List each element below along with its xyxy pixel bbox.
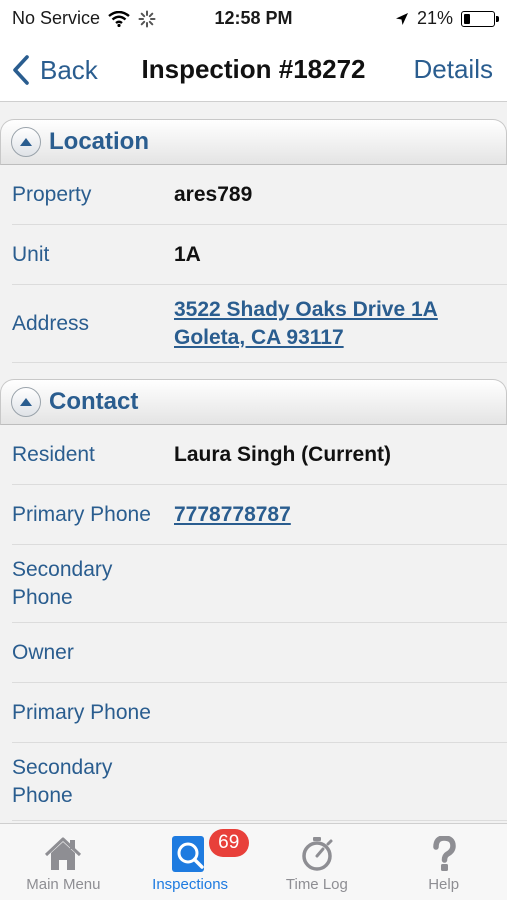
- owner-secondary-phone-label-line-1: Secondary: [12, 756, 113, 780]
- unit-row: Unit 1A: [12, 225, 507, 285]
- location-section-header[interactable]: Location: [0, 119, 507, 165]
- resident-row: Resident Laura Singh (Current): [12, 425, 507, 485]
- navigation-bar: Back Inspection #18272 Details: [0, 38, 507, 102]
- status-right-group: 21%: [395, 8, 499, 29]
- unit-value: 1A: [174, 242, 201, 266]
- location-section-label: Location: [49, 128, 149, 155]
- stopwatch-icon: [302, 837, 333, 871]
- inspections-count-badge: 69: [208, 829, 249, 857]
- secondary-phone-label: Secondary Phone: [12, 556, 174, 611]
- address-line-2: Goleta, CA 93117: [174, 325, 344, 349]
- collapse-icon[interactable]: [11, 387, 41, 417]
- property-row: Property ares789: [12, 165, 507, 225]
- primary-phone-label: Primary Phone: [12, 502, 151, 526]
- tab-time-log[interactable]: Time Log: [254, 824, 381, 900]
- address-line-1: 3522 Shady Oaks Drive 1A: [174, 298, 438, 322]
- tab-help-label: Help: [428, 876, 460, 893]
- details-button[interactable]: Details: [414, 54, 493, 85]
- tab-help[interactable]: Help: [380, 824, 507, 900]
- battery-fill: [464, 13, 470, 24]
- primary-phone-link[interactable]: 7778778787: [174, 501, 495, 528]
- owner-primary-phone-row: Primary Phone: [12, 683, 507, 743]
- triangle-up-icon: [20, 398, 32, 406]
- tab-main-menu[interactable]: Main Menu: [0, 824, 127, 900]
- owner-secondary-phone-label: Secondary Phone: [12, 754, 174, 809]
- secondary-phone-label-line-1: Secondary: [12, 558, 113, 582]
- inspections-search-icon: [172, 836, 205, 872]
- owner-row: Owner: [12, 623, 507, 683]
- owner-label: Owner: [12, 640, 74, 664]
- primary-phone-row: Primary Phone 7778778787: [12, 485, 507, 545]
- resident-label: Resident: [12, 442, 95, 466]
- collapse-icon[interactable]: [11, 127, 41, 157]
- question-mark-icon: [432, 836, 456, 871]
- contact-section-label: Contact: [49, 388, 139, 415]
- address-label: Address: [12, 311, 90, 335]
- tab-bar: Main Menu Inspections 69 Time Log Help: [0, 823, 507, 900]
- tab-inspections-label: Inspections: [152, 876, 229, 893]
- inspection-content[interactable]: Location Property ares789 Unit 1A Addres…: [0, 103, 507, 823]
- battery-icon: [461, 10, 499, 27]
- triangle-up-icon: [20, 138, 32, 146]
- contact-section-header[interactable]: Contact: [0, 379, 507, 425]
- unit-label: Unit: [12, 242, 50, 266]
- tab-time-log-label: Time Log: [285, 876, 348, 893]
- property-label: Property: [12, 182, 92, 206]
- resident-value: Laura Singh (Current): [174, 442, 392, 466]
- location-arrow-icon: [395, 12, 408, 25]
- owner-secondary-phone-row: Secondary Phone: [12, 743, 507, 821]
- owner-primary-phone-label: Primary Phone: [12, 700, 151, 724]
- tab-inspections[interactable]: Inspections 69: [127, 824, 254, 900]
- address-link[interactable]: 3522 Shady Oaks Drive 1A Goleta, CA 9311…: [174, 296, 495, 351]
- secondary-phone-row: Secondary Phone: [12, 545, 507, 623]
- battery-percent: 21%: [416, 8, 453, 28]
- property-value: ares789: [174, 182, 253, 206]
- address-row: Address 3522 Shady Oaks Drive 1A Goleta,…: [12, 285, 507, 363]
- owner-secondary-phone-label-line-2: Phone: [12, 783, 73, 807]
- secondary-phone-label-line-2: Phone: [12, 585, 73, 609]
- tab-main-menu-label: Main Menu: [26, 876, 101, 893]
- house-icon: [45, 837, 82, 870]
- status-bar: No Service 12:58 PM 21%: [0, 0, 507, 38]
